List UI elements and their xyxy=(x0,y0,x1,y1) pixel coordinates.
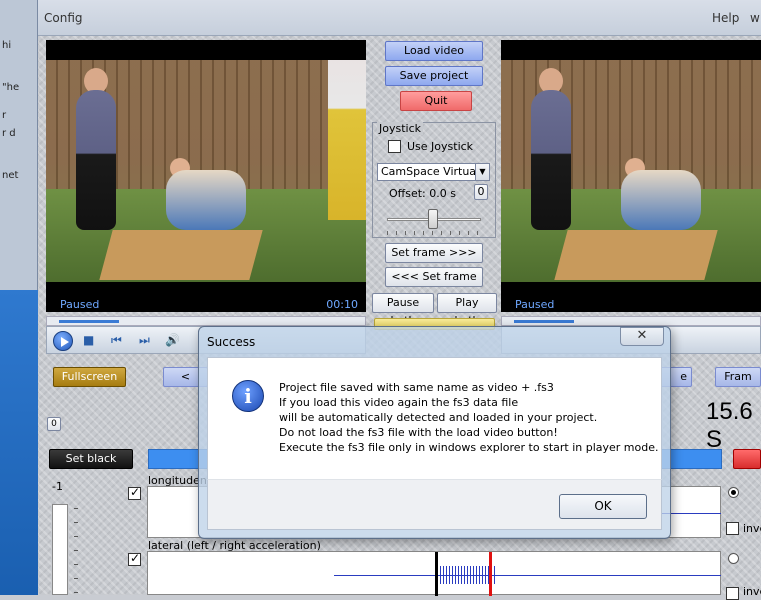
menubar: Config Help w xyxy=(38,0,761,36)
menu-help[interactable]: Help xyxy=(712,11,739,25)
success-dialog: Success ✕ i Project file saved with same… xyxy=(198,326,671,539)
left-prev-icon[interactable]: ⏮ xyxy=(111,333,122,348)
pause-both-button[interactable]: Pause both xyxy=(372,293,434,327)
graph1-radio[interactable] xyxy=(728,487,739,498)
bg-window-blue-area xyxy=(0,290,38,595)
dialog-message-line: Project file saved with same name as vid… xyxy=(279,381,554,394)
bg-text: "he xyxy=(2,82,20,93)
dialog-footer: OK xyxy=(207,479,662,530)
load-video-button[interactable]: Load video xyxy=(385,41,483,61)
invert2-checkbox[interactable] xyxy=(726,587,739,600)
graph2-oscillation xyxy=(440,566,496,584)
set-frame-forward-button[interactable]: Set frame >>> xyxy=(385,243,483,263)
bg-text: r xyxy=(2,110,7,121)
chevron-down-icon: ▼ xyxy=(475,164,489,180)
bg-text: r d xyxy=(2,128,16,139)
left-video-time: 00:10 xyxy=(326,298,358,311)
graph2-cursor-red xyxy=(489,552,492,596)
offset-slider-thumb[interactable] xyxy=(428,209,438,229)
scale-ticks xyxy=(74,508,78,595)
fullscreen-button[interactable]: Fullscreen xyxy=(53,367,126,387)
right-seekbar[interactable] xyxy=(501,316,761,326)
invert1-checkbox[interactable] xyxy=(726,522,739,535)
slider-ticks xyxy=(387,231,481,235)
left-video-status: Paused xyxy=(60,298,100,311)
left-video-panel[interactable]: Paused 00:10 xyxy=(46,40,366,312)
bg-text: hi xyxy=(2,40,12,51)
joystick-device-select[interactable]: CamSpace Virtual ... ▼ xyxy=(377,163,490,181)
left-stop-icon[interactable]: ■ xyxy=(83,333,94,347)
dialog-message: Project file saved with same name as vid… xyxy=(279,380,659,455)
zero-box[interactable]: 0 xyxy=(47,417,61,431)
invert1-label: inve xyxy=(743,522,761,535)
quit-button[interactable]: Quit xyxy=(400,91,472,111)
use-joystick-label: Use Joystick xyxy=(407,140,474,153)
red-button[interactable] xyxy=(733,449,761,469)
graph2-radio[interactable] xyxy=(728,553,739,564)
play-both-button[interactable]: Play both xyxy=(437,293,497,327)
left-video-frame xyxy=(46,60,366,282)
graph2-checkbox[interactable] xyxy=(128,551,141,566)
set-frame-back-button[interactable]: <<< Set frame xyxy=(385,267,483,287)
graph1-checkbox[interactable] xyxy=(128,485,141,500)
info-icon: i xyxy=(232,380,264,412)
ok-button[interactable]: OK xyxy=(559,494,647,519)
scale-top-label: -1 xyxy=(52,480,63,493)
dialog-message-line: If you load this video again the fs3 dat… xyxy=(279,396,519,409)
joystick-legend: Joystick xyxy=(377,122,424,135)
background-window: hi "he r r d net xyxy=(0,0,38,595)
dialog-message-line: Do not load the fs3 file with the load v… xyxy=(279,426,558,439)
menu-config[interactable]: Config xyxy=(44,11,83,25)
dialog-message-line: will be automatically detected and loade… xyxy=(279,411,598,424)
right-seek-progress xyxy=(514,320,574,323)
big-time-value: 15.6 S xyxy=(706,398,753,453)
left-next-icon[interactable]: ⏭ xyxy=(139,333,150,348)
close-icon[interactable]: ✕ xyxy=(620,327,664,346)
offset-label: Offset: 0.0 s xyxy=(389,187,456,200)
use-joystick-checkbox[interactable] xyxy=(388,140,401,153)
menu-w[interactable]: w xyxy=(750,11,760,25)
save-project-button[interactable]: Save project xyxy=(385,66,483,86)
graph2-trace xyxy=(334,575,721,576)
bg-text: net xyxy=(2,170,19,181)
offset-reset-button[interactable]: 0 xyxy=(474,184,488,200)
left-play-icon[interactable] xyxy=(53,331,73,351)
right-video-status: Paused xyxy=(515,298,555,311)
joystick-device-value: CamSpace Virtual ... xyxy=(381,165,490,178)
left-volume-icon[interactable]: 🔊 xyxy=(165,333,180,347)
scale-bar xyxy=(52,504,68,595)
right-video-frame xyxy=(501,60,761,282)
joystick-group: Joystick Use Joystick CamSpace Virtual .… xyxy=(372,122,496,238)
frame-button[interactable]: Fram xyxy=(715,367,761,387)
left-seekbar[interactable] xyxy=(46,316,366,326)
set-black-button[interactable]: Set black xyxy=(49,449,133,469)
invert2-label: inve xyxy=(743,585,761,598)
dialog-message-line: Execute the fs3 file only in windows exp… xyxy=(279,441,659,454)
graph2-cursor-black xyxy=(435,552,438,596)
right-video-panel[interactable]: Paused xyxy=(501,40,761,312)
graph2-plot[interactable] xyxy=(147,551,721,596)
left-seek-progress xyxy=(59,320,119,323)
dialog-title: Success xyxy=(207,335,256,349)
